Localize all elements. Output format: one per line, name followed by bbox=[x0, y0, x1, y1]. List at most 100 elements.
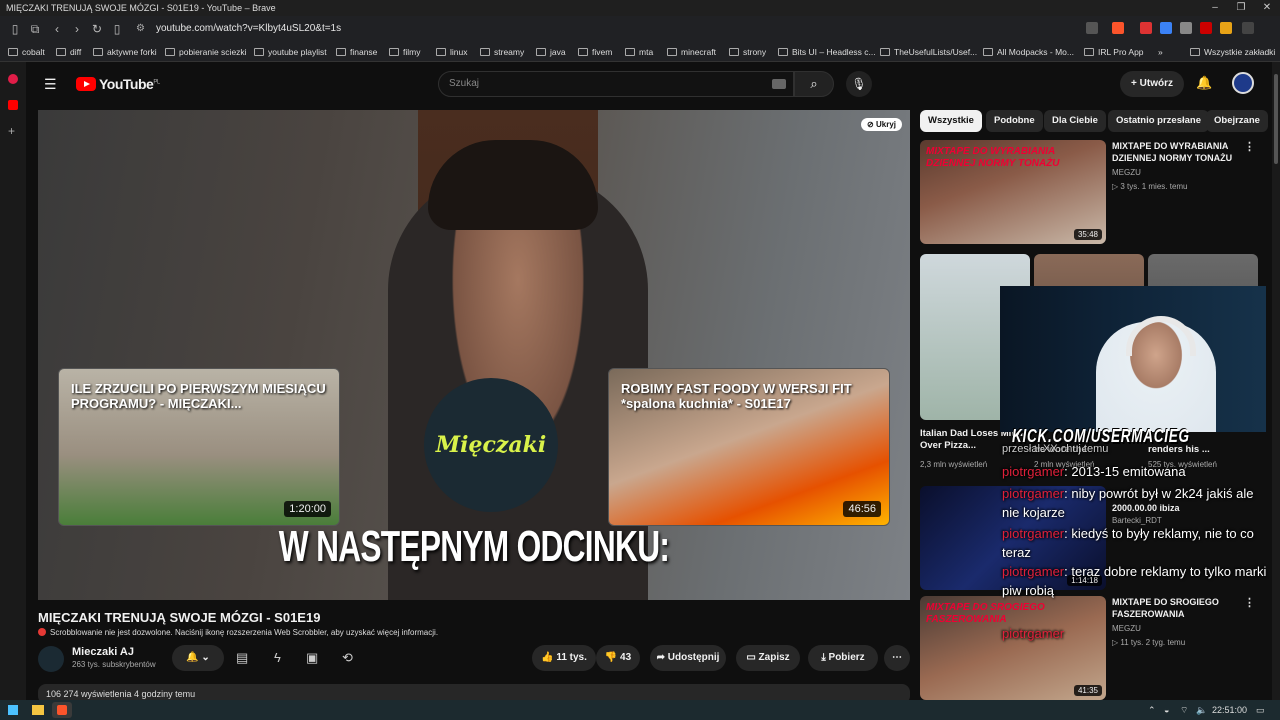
bookmark-item[interactable]: TheUsefulLists/Usef... bbox=[880, 42, 977, 62]
bookmark-folder[interactable]: mta bbox=[625, 42, 653, 62]
bookmark-item[interactable]: pobieranie sciezki bbox=[165, 42, 247, 62]
bookmark-icon[interactable]: ▯ bbox=[108, 20, 126, 38]
subscribed-bell-button[interactable]: 🔔 ⌄ bbox=[172, 645, 224, 671]
search-icon: ⌕ bbox=[810, 76, 818, 91]
loop-icon[interactable]: ⟲ bbox=[342, 650, 353, 666]
extension-icon[interactable] bbox=[1220, 22, 1232, 34]
lightning-icon[interactable]: ϟ bbox=[274, 650, 281, 665]
next-episode-caption: W NASTĘPNYM ODCINKU: bbox=[278, 522, 670, 571]
search-input[interactable]: Szukaj bbox=[438, 71, 794, 97]
back-icon[interactable]: ‹ bbox=[48, 20, 66, 38]
close-button[interactable]: ✕ bbox=[1254, 0, 1280, 16]
brave-taskbar-button[interactable] bbox=[52, 702, 72, 718]
bookmarks-overflow[interactable]: » bbox=[1158, 42, 1163, 62]
tabs-icon[interactable]: ⧉ bbox=[26, 20, 44, 38]
save-button[interactable]: ▭ Zapisz bbox=[736, 645, 800, 671]
video-duration: 35:48 bbox=[1073, 229, 1102, 240]
transcript-icon[interactable]: ▤ bbox=[236, 650, 248, 666]
dislike-button[interactable]: 👎 43 bbox=[596, 645, 640, 671]
file-explorer-icon[interactable] bbox=[32, 705, 44, 715]
mic-icon: 🎙 bbox=[851, 77, 867, 91]
menu-icon[interactable] bbox=[1242, 22, 1254, 34]
bookmark-folder[interactable]: java bbox=[536, 42, 566, 62]
hide-endscreen-button[interactable]: ⊘ Ukryj bbox=[861, 118, 902, 131]
network-icon[interactable]: ◒ bbox=[1164, 700, 1169, 720]
windows-taskbar: ⌃ ◒ ⌔ 🔈 22:51:00 ▭ bbox=[0, 700, 1280, 720]
bookmark-item[interactable]: youtube playlist bbox=[254, 42, 327, 62]
bookmark-item[interactable]: diff bbox=[56, 42, 81, 62]
related-video-channel[interactable]: MEGZU bbox=[1112, 168, 1141, 177]
endscreen-video-right[interactable]: ROBIMY FAST FOODY W WERSJI FIT *spalona … bbox=[608, 368, 890, 526]
chip-recent[interactable]: Ostatnio przesłane bbox=[1108, 110, 1209, 132]
url-text: youtube.com/watch?v=Klbyt4uSL20&t=1s bbox=[156, 23, 342, 34]
bookmark-folder[interactable]: finanse bbox=[336, 42, 377, 62]
search-button[interactable]: ⌕ bbox=[794, 71, 834, 97]
maximize-button[interactable]: ❐ bbox=[1228, 0, 1254, 16]
bookmark-item[interactable]: All Modpacks - Mo... bbox=[983, 42, 1074, 62]
url-bar[interactable]: ⚙ youtube.com/watch?v=Klbyt4uSL20&t=1s bbox=[130, 19, 1080, 39]
channel-endscreen-logo[interactable]: Mięczaki bbox=[424, 378, 558, 512]
sidebar-app-icon[interactable] bbox=[8, 74, 18, 84]
bookmark-item[interactable]: cobalt bbox=[8, 42, 45, 62]
add-panel-icon[interactable]: + bbox=[8, 124, 15, 138]
thumbs-down-icon: 👎 bbox=[604, 652, 618, 663]
endscreen-video-left[interactable]: ILE ZRZUCILI PO PIERWSZYM MIESIĄCU PROGR… bbox=[58, 368, 340, 526]
sidebar-toggle-icon[interactable]: ▯ bbox=[6, 20, 24, 38]
extension-icon[interactable] bbox=[1140, 22, 1152, 34]
chip-related[interactable]: Podobne bbox=[986, 110, 1043, 132]
extension-icon[interactable] bbox=[1160, 22, 1172, 34]
chat-message: piotrgamer bbox=[1002, 624, 1272, 643]
bookmark-folder[interactable]: minecraft bbox=[667, 42, 716, 62]
voice-search-button[interactable]: 🎙 bbox=[846, 71, 872, 97]
extension-icon[interactable] bbox=[1180, 22, 1192, 34]
brave-shield-icon[interactable] bbox=[1112, 22, 1124, 34]
cast-icon[interactable] bbox=[1086, 22, 1098, 34]
forward-icon[interactable]: › bbox=[68, 20, 86, 38]
related-video-thumbnail[interactable]: MIXTAPE DO WYRABIANIA DZIENNEJ NORMY TON… bbox=[920, 140, 1106, 244]
reload-icon[interactable]: ↻ bbox=[88, 20, 106, 38]
bookmark-item[interactable]: IRL Pro App bbox=[1084, 42, 1144, 62]
related-video-title[interactable]: MIXTAPE DO WYRABIANIA DZIENNEJ NORMY TON… bbox=[1112, 140, 1242, 164]
notifications-center-icon[interactable]: ▭ bbox=[1256, 700, 1265, 720]
chip-watched[interactable]: Obejrzane bbox=[1206, 110, 1268, 132]
wifi-icon[interactable]: ⌔ bbox=[1180, 700, 1188, 720]
keyboard-icon[interactable] bbox=[772, 79, 786, 89]
more-options-icon[interactable]: ⋮ bbox=[1244, 140, 1255, 153]
bookmark-item[interactable]: aktywne forki bbox=[93, 42, 157, 62]
related-video-thumbnail[interactable]: MIXTAPE DO SROGIEGO FASZEROWANIA 41:35 bbox=[920, 596, 1106, 700]
youtube-panel-icon[interactable] bbox=[8, 100, 18, 110]
bookmark-folder[interactable]: fivem bbox=[578, 42, 612, 62]
youtube-logo[interactable]: YouTubePL bbox=[76, 76, 160, 92]
video-player[interactable]: ⊘ Ukryj ILE ZRZUCILI PO PIERWSZYM MIESIĄ… bbox=[38, 110, 910, 600]
like-button[interactable]: 👍 11 tys. bbox=[532, 645, 596, 671]
volume-icon[interactable]: 🔈 bbox=[1196, 700, 1207, 720]
bookmark-folder[interactable]: strony bbox=[729, 42, 766, 62]
chip-for-you[interactable]: Dla Ciebie bbox=[1044, 110, 1106, 132]
site-settings-icon[interactable]: ⚙ bbox=[136, 19, 145, 39]
scrollbar-thumb[interactable] bbox=[1274, 74, 1278, 164]
bookmark-folder[interactable]: filmy bbox=[389, 42, 420, 62]
all-bookmarks[interactable]: Wszystkie zakładki bbox=[1190, 42, 1275, 62]
channel-avatar[interactable] bbox=[38, 646, 64, 672]
download-button[interactable]: ⤓ Pobierz bbox=[808, 645, 878, 671]
channel-name[interactable]: Mieczaki AJ bbox=[72, 646, 134, 658]
clock[interactable]: 22:51:00 bbox=[1212, 700, 1247, 720]
bookmark-item[interactable]: Bits UI – Headless c... bbox=[778, 42, 876, 62]
chip-all[interactable]: Wszystkie bbox=[920, 110, 982, 132]
bookmark-folder[interactable]: streamy bbox=[480, 42, 524, 62]
hamburger-menu-icon[interactable]: ☰ bbox=[44, 76, 57, 93]
share-button[interactable]: ➦ Udostępnij bbox=[650, 645, 726, 671]
minimize-button[interactable]: – bbox=[1202, 0, 1228, 16]
notifications-icon[interactable]: 🔔 bbox=[1196, 75, 1212, 91]
more-actions-button[interactable]: ⋯ bbox=[884, 645, 910, 671]
video-duration: 41:35 bbox=[1073, 685, 1102, 696]
bookmark-folder[interactable]: linux bbox=[436, 42, 467, 62]
tray-overflow-icon[interactable]: ⌃ bbox=[1148, 700, 1156, 720]
scrobbler-icon[interactable] bbox=[1200, 22, 1212, 34]
scrobbler-notice: Scrobblowanie nie jest dozwolone. Naciśn… bbox=[38, 628, 438, 637]
image-icon[interactable]: ▣ bbox=[306, 650, 318, 666]
start-icon[interactable] bbox=[8, 705, 18, 715]
create-button[interactable]: + Utwórz bbox=[1120, 71, 1184, 97]
account-avatar[interactable] bbox=[1232, 72, 1254, 94]
share-icon: ➦ bbox=[656, 652, 665, 663]
